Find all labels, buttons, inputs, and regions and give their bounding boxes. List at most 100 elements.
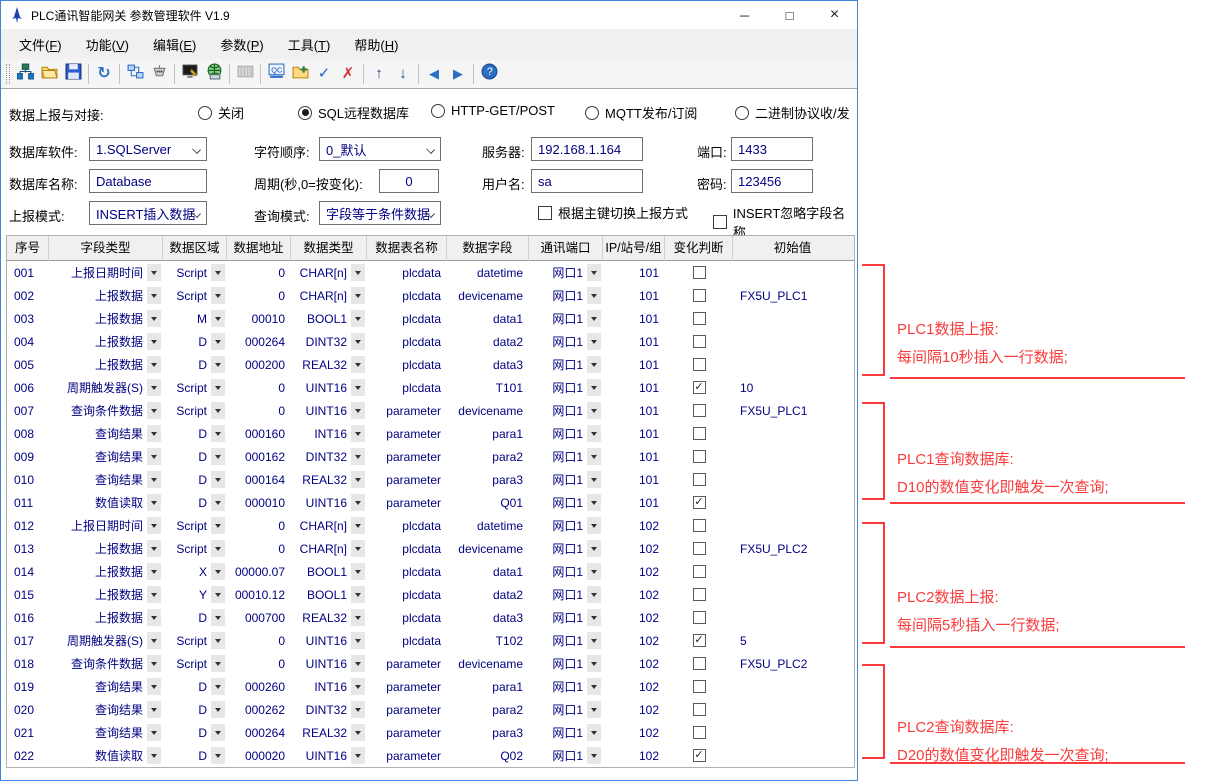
dropdown-arrow-icon[interactable] [351,747,365,764]
toolbar-help-button[interactable]: ? [477,62,501,86]
change-flag-checkbox[interactable]: ✓ [693,634,706,647]
dropdown-arrow-icon[interactable] [211,494,225,511]
change-flag-checkbox[interactable] [693,565,706,578]
dropdown-arrow-icon[interactable] [351,333,365,350]
toolbar-serial-port-button[interactable] [147,62,171,86]
menu-item-4[interactable]: 工具(T) [276,31,343,58]
dropdown-arrow-icon[interactable] [351,724,365,741]
dropdown-arrow-icon[interactable] [147,494,161,511]
dropdown-arrow-icon[interactable] [147,747,161,764]
toolbar-refresh-button[interactable]: ↻ [92,62,116,86]
dropdown-arrow-icon[interactable] [147,678,161,695]
port-input[interactable]: 1433 [731,137,813,161]
dropdown-arrow-icon[interactable] [147,402,161,419]
change-flag-checkbox[interactable] [693,703,706,716]
dropdown-arrow-icon[interactable] [587,655,601,672]
dropdown-arrow-icon[interactable] [211,724,225,741]
toolbar-comm-nodes-button[interactable] [123,62,147,86]
dropdown-arrow-icon[interactable] [351,701,365,718]
dropdown-arrow-icon[interactable] [147,379,161,396]
dropdown-arrow-icon[interactable] [587,747,601,764]
dropdown-arrow-icon[interactable] [351,379,365,396]
dropdown-arrow-icon[interactable] [351,586,365,603]
dropdown-arrow-icon[interactable] [211,333,225,350]
username-input[interactable]: sa [531,169,643,193]
dropdown-arrow-icon[interactable] [147,356,161,373]
change-flag-checkbox[interactable] [693,611,706,624]
dropdown-arrow-icon[interactable] [587,586,601,603]
menu-item-0[interactable]: 文件(F) [7,31,74,58]
dropdown-arrow-icon[interactable] [211,471,225,488]
toolbar-prev-button[interactable]: ◀ [422,62,446,86]
radio-3[interactable]: MQTT发布/订阅 [585,103,697,122]
dropdown-arrow-icon[interactable] [147,264,161,281]
change-flag-checkbox[interactable] [693,726,706,739]
dropdown-arrow-icon[interactable] [587,379,601,396]
dropdown-arrow-icon[interactable] [351,356,365,373]
toolbar-apply-button[interactable]: ✓ [312,62,336,86]
change-flag-checkbox[interactable] [693,473,706,486]
dropdown-arrow-icon[interactable] [587,356,601,373]
toolbar-open-folder-button[interactable] [37,62,61,86]
db-software-select[interactable]: 1.SQLServer [89,137,207,161]
dropdown-arrow-icon[interactable] [211,425,225,442]
change-flag-checkbox[interactable] [693,450,706,463]
dropdown-arrow-icon[interactable] [587,632,601,649]
change-flag-checkbox[interactable] [693,289,706,302]
dropdown-arrow-icon[interactable] [147,586,161,603]
change-flag-checkbox[interactable]: ✓ [693,496,706,509]
dropdown-arrow-icon[interactable] [351,402,365,419]
dropdown-arrow-icon[interactable] [211,678,225,695]
maximize-button[interactable]: □ [767,1,812,29]
toolbar-move-down-button[interactable]: ↓ [391,62,415,86]
dropdown-arrow-icon[interactable] [147,333,161,350]
change-flag-checkbox[interactable] [693,404,706,417]
radio-4[interactable]: 二进制协议收/发 [735,103,850,122]
dropdown-arrow-icon[interactable] [587,517,601,534]
dropdown-arrow-icon[interactable] [587,701,601,718]
dropdown-arrow-icon[interactable] [351,264,365,281]
toolbar-import-folder-button[interactable] [288,62,312,86]
dropdown-arrow-icon[interactable] [211,586,225,603]
dropdown-arrow-icon[interactable] [147,609,161,626]
period-input[interactable]: 0 [379,169,439,193]
dropdown-arrow-icon[interactable] [147,287,161,304]
dropdown-arrow-icon[interactable] [351,678,365,695]
dropdown-arrow-icon[interactable] [587,402,601,419]
primary-key-switch-checkbox[interactable]: 根据主键切换上报方式 [538,203,688,222]
change-flag-checkbox[interactable] [693,358,706,371]
dropdown-arrow-icon[interactable] [587,287,601,304]
toolbar-plc-module-button[interactable] [233,62,257,86]
dropdown-arrow-icon[interactable] [587,724,601,741]
dropdown-arrow-icon[interactable] [351,310,365,327]
toolbar-qc-display-button[interactable]: QC [264,62,288,86]
menu-item-5[interactable]: 帮助(H) [342,31,410,58]
radio-0[interactable]: 关闭 [198,103,244,122]
dropdown-arrow-icon[interactable] [147,425,161,442]
dropdown-arrow-icon[interactable] [351,609,365,626]
dropdown-arrow-icon[interactable] [211,563,225,580]
dropdown-arrow-icon[interactable] [211,655,225,672]
dropdown-arrow-icon[interactable] [147,471,161,488]
dropdown-arrow-icon[interactable] [147,448,161,465]
change-flag-checkbox[interactable] [693,266,706,279]
toolbar-device-monitor-button[interactable] [178,62,202,86]
dropdown-arrow-icon[interactable] [587,333,601,350]
dropdown-arrow-icon[interactable] [147,540,161,557]
toolbar-save-button[interactable] [61,62,85,86]
dropdown-arrow-icon[interactable] [211,540,225,557]
dropdown-arrow-icon[interactable] [211,747,225,764]
dropdown-arrow-icon[interactable] [211,517,225,534]
password-input[interactable]: 123456 [731,169,813,193]
dropdown-arrow-icon[interactable] [147,701,161,718]
dropdown-arrow-icon[interactable] [211,356,225,373]
change-flag-checkbox[interactable] [693,427,706,440]
dropdown-arrow-icon[interactable] [211,310,225,327]
dropdown-arrow-icon[interactable] [147,632,161,649]
dropdown-arrow-icon[interactable] [587,264,601,281]
dropdown-arrow-icon[interactable] [211,379,225,396]
dropdown-arrow-icon[interactable] [351,494,365,511]
dropdown-arrow-icon[interactable] [211,264,225,281]
dropdown-arrow-icon[interactable] [147,310,161,327]
dropdown-arrow-icon[interactable] [211,632,225,649]
